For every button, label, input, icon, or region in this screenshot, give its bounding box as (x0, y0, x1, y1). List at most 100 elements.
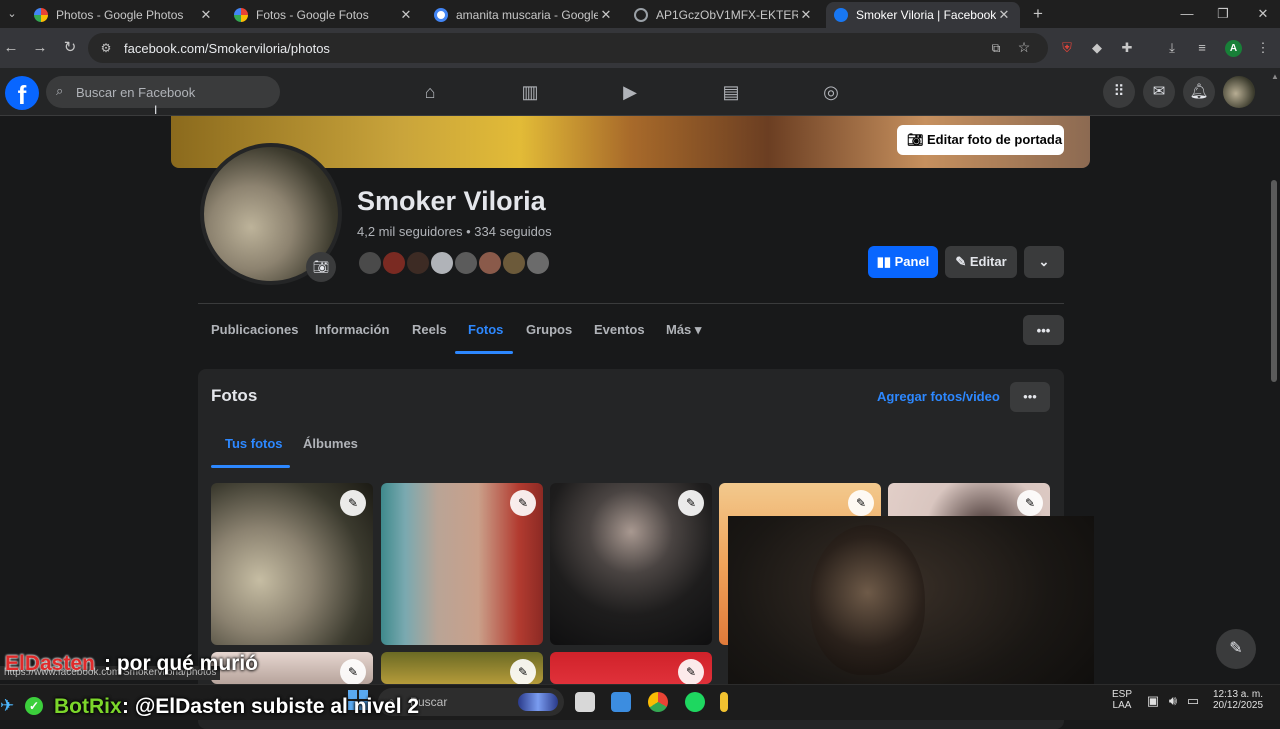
reload-icon[interactable]: ↻ (60, 38, 80, 58)
follower-avatar[interactable] (525, 250, 551, 276)
close-tab-icon[interactable]: ✕ (598, 7, 614, 23)
shield-extension-icon[interactable]: ⛨ (1058, 39, 1076, 57)
tab-mas[interactable]: Más ▾ (666, 322, 701, 338)
task-view-icon[interactable] (575, 692, 595, 712)
edit-photo-icon[interactable]: ✎ (1017, 490, 1043, 516)
browser-menu-icon[interactable]: ⋮ (1254, 39, 1272, 57)
tab-fotos[interactable]: Fotos (468, 322, 503, 337)
page-scrollbar[interactable] (1271, 180, 1277, 382)
tab-search-icon[interactable]: ⌄ (4, 6, 20, 22)
new-tab-button[interactable]: + (1028, 4, 1048, 24)
profile-tabs-more-button[interactable]: ••• (1023, 315, 1064, 345)
follower-avatar[interactable] (381, 250, 407, 276)
close-tab-icon[interactable]: ✕ (398, 7, 414, 23)
account-avatar[interactable] (1223, 76, 1255, 108)
tab-grupos[interactable]: Grupos (526, 322, 572, 337)
file-explorer-icon[interactable] (611, 692, 631, 712)
close-tab-icon[interactable]: ✕ (996, 7, 1012, 23)
diamond-extension-icon[interactable]: ◆ (1088, 39, 1106, 57)
tab-reels[interactable]: Reels (412, 322, 447, 337)
follower-stats[interactable]: 4,2 mil seguidores • 334 seguidos (357, 224, 552, 239)
follower-avatar[interactable] (429, 250, 455, 276)
messenger-icon[interactable]: ✉ (1143, 76, 1175, 108)
edit-photo-icon[interactable]: ✎ (510, 659, 536, 685)
edit-cover-photo-button[interactable]: 📷︎ Editar foto de portada (897, 125, 1064, 155)
close-tab-icon[interactable]: ✕ (198, 7, 214, 23)
facebook-favicon-icon (834, 8, 848, 22)
close-window-button[interactable]: ✕ (1248, 4, 1278, 24)
maximize-button[interactable]: ❐ (1208, 4, 1238, 24)
site-settings-icon[interactable]: ⚙ (98, 40, 114, 56)
edit-photo-icon[interactable]: ✎ (340, 659, 366, 685)
forward-arrow-icon[interactable]: → (30, 38, 50, 58)
facebook-logo[interactable]: f (5, 76, 39, 110)
chrome-icon[interactable] (648, 692, 668, 712)
facebook-search-input[interactable]: ⌕ Buscar en Facebook (46, 76, 280, 108)
clock[interactable]: 12:13 a. m. 20/12/2025 (1208, 689, 1268, 711)
follower-avatar[interactable] (453, 250, 479, 276)
tab-informacion[interactable]: Información (315, 322, 389, 337)
edit-photo-icon[interactable]: ✎ (678, 490, 704, 516)
tab-eventos[interactable]: Eventos (594, 322, 645, 337)
bookmark-star-icon[interactable]: ☆ (1016, 39, 1032, 55)
edit-photo-icon[interactable]: ✎ (510, 490, 536, 516)
battery-icon[interactable]: ▭ (1185, 693, 1201, 709)
more-options-button[interactable]: ⌄ (1024, 246, 1064, 278)
more-dots-icon: ••• (1023, 389, 1037, 404)
photos-more-button[interactable]: ••• (1010, 382, 1050, 412)
address-bar[interactable]: ⚙ facebook.com/Smokerviloria/photos ⧉ ☆ (88, 33, 1048, 63)
back-arrow-icon[interactable]: ← (1, 38, 21, 58)
panel-button[interactable]: ▮▮ Panel (868, 246, 938, 278)
edit-photo-icon[interactable]: ✎ (340, 490, 366, 516)
minimize-button[interactable]: — (1172, 4, 1202, 24)
close-tab-icon[interactable]: ✕ (798, 7, 814, 23)
extensions-puzzle-icon[interactable]: ✚ (1118, 39, 1136, 57)
add-photos-link[interactable]: Agregar fotos/video (877, 389, 1000, 404)
check-badge-icon: ✓ (25, 697, 43, 715)
search-highlight-icon (518, 693, 558, 711)
camera-icon[interactable]: 📷︎ (306, 252, 336, 282)
spotify-icon[interactable] (685, 692, 705, 712)
install-app-icon[interactable]: ⧉ (988, 40, 1004, 56)
follower-avatar[interactable] (501, 250, 527, 276)
follower-avatar[interactable] (357, 250, 383, 276)
language-indicator[interactable]: ESP LAA (1110, 689, 1134, 711)
media-control-icon[interactable]: ≡ (1193, 39, 1211, 57)
active-subtab-indicator (211, 465, 290, 468)
downloads-icon[interactable]: ⤓ (1163, 39, 1181, 57)
tab-title: amanita muscaria - Google Sea (456, 8, 598, 22)
new-message-button[interactable]: ✎ (1216, 629, 1256, 669)
browser-tab[interactable]: Fotos - Google Fotos ✕ (226, 2, 422, 28)
marketplace-icon[interactable]: ▤ (719, 80, 743, 104)
gaming-icon[interactable]: ◎ (819, 80, 843, 104)
home-icon[interactable]: ⌂ (418, 80, 442, 104)
profile-avatar-button[interactable]: A (1225, 40, 1242, 57)
browser-tab-active[interactable]: Smoker Viloria | Facebook ✕ (826, 2, 1020, 28)
notifications-icon[interactable]: 🔔︎ (1183, 76, 1215, 108)
edit-photo-icon[interactable]: ✎ (678, 659, 704, 685)
tab-publicaciones[interactable]: Publicaciones (211, 322, 298, 337)
browser-tab-strip: ⌄ Photos - Google Photos ✕ Fotos - Googl… (0, 0, 1280, 28)
follower-avatar[interactable] (405, 250, 431, 276)
subtab-albums[interactable]: Álbumes (303, 436, 358, 451)
clock-date: 20/12/2025 (1212, 700, 1264, 711)
language-code: ESP (1111, 689, 1132, 700)
chevron-down-icon: ⌄ (1038, 254, 1050, 269)
folder-icon[interactable] (720, 692, 728, 712)
url-text: facebook.com/Smokerviloria/photos (124, 41, 330, 56)
follower-avatar[interactable] (477, 250, 503, 276)
subtab-your-photos[interactable]: Tus fotos (225, 436, 283, 451)
tab-title: Fotos - Google Fotos (256, 8, 369, 22)
dashboard-icon[interactable]: ▥ (518, 80, 542, 104)
reels-icon[interactable]: ▶ (618, 80, 642, 104)
network-icon[interactable]: ▣ (1145, 693, 1161, 709)
edit-photo-icon[interactable]: ✎ (848, 490, 874, 516)
volume-icon[interactable]: 🔊︎ (1165, 693, 1181, 709)
edit-label: Editar (969, 254, 1007, 269)
edit-profile-button[interactable]: ✎ Editar (945, 246, 1017, 278)
browser-tab[interactable]: amanita muscaria - Google Sea ✕ (426, 2, 622, 28)
menu-grid-icon[interactable]: ⠿ (1103, 76, 1135, 108)
browser-tab[interactable]: AP1GczObV1MFX-EKTER-pGsI ✕ (626, 2, 822, 28)
browser-tab[interactable]: Photos - Google Photos ✕ (26, 2, 222, 28)
scroll-up-arrow-icon[interactable]: ▲ (1271, 72, 1279, 81)
